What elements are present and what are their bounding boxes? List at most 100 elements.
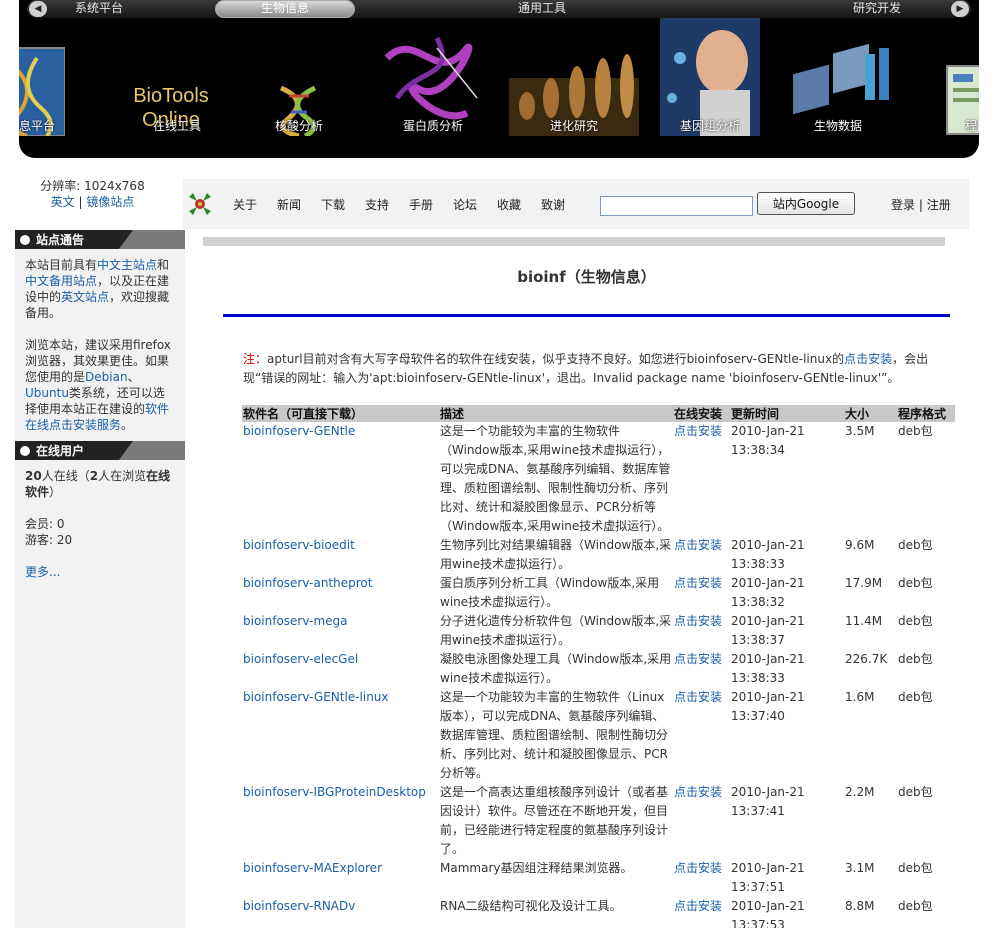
nav-manual-link[interactable]: 手册 <box>409 196 433 213</box>
col-header-size[interactable]: 大小 <box>844 405 897 422</box>
col-header-name[interactable]: 软件名（可直接下载） <box>242 405 439 422</box>
software-name-link[interactable]: bioinfoserv-IBGProteinDesktop <box>242 783 439 859</box>
software-description: 这是一个功能较为丰富的生物软件（Linux版本），可以完成DNA、氨基酸序列编辑… <box>440 690 669 780</box>
thumb-nucleic-acid[interactable]: 核酸分析 <box>259 18 339 136</box>
update-clock: 13:38:33 <box>731 671 785 685</box>
software-name-link[interactable]: bioinfoserv-mega <box>242 612 439 650</box>
site-logo-icon[interactable] <box>185 189 215 219</box>
click-install-link[interactable]: 点击安装 <box>673 783 730 859</box>
package-size: 226.7K <box>845 652 888 666</box>
col-header-install[interactable]: 在线安装 <box>673 405 730 422</box>
update-time: 2010-Jan-21 13:37:51 <box>730 859 844 897</box>
nav-tab-system[interactable]: 系统平台 <box>49 0 149 18</box>
site-google-search-button[interactable]: 站内Google <box>757 192 855 215</box>
mirror-site-link[interactable]: 镜像站点 <box>86 195 134 209</box>
software-name-link[interactable]: bioinfoserv-GENtle <box>242 422 439 536</box>
site-notice-title: 站点通告 <box>36 233 85 247</box>
software-description: 蛋白质序列分析工具（Window版本,采用wine技术虚拟运行）。 <box>440 576 660 609</box>
nav-favorites-link[interactable]: 收藏 <box>497 196 521 213</box>
cn-main-site-link[interactable]: 中文主站点 <box>97 258 157 272</box>
col-header-format[interactable]: 程序格式 <box>897 405 955 422</box>
page-title: bioinf（生物信息） <box>517 268 656 286</box>
click-install-link[interactable]: 点击安装 <box>673 422 730 536</box>
table-row: bioinfoserv-MAExplorer Mammary基因组注释结果浏览器。… <box>242 859 955 897</box>
nav-next-arrow-icon[interactable]: ▶ <box>951 1 969 17</box>
thumb-protein[interactable]: 蛋白质分析 <box>377 18 489 136</box>
content-top-bar <box>203 237 945 246</box>
software-name-link[interactable]: bioinfoserv-elecGel <box>242 650 439 688</box>
thumb-genome[interactable]: 基因组分析 <box>660 18 760 136</box>
browsing-text: 人在浏览 <box>98 469 147 483</box>
update-clock: 13:38:33 <box>731 557 785 571</box>
separator: | <box>918 198 923 212</box>
software-name-link[interactable]: bioinfoserv-antheprot <box>242 574 439 612</box>
cn-backup-site-link[interactable]: 中文备用站点 <box>25 274 97 288</box>
click-install-link[interactable]: 点击安装 <box>673 859 730 897</box>
click-install-link[interactable]: 点击安装 <box>673 688 730 783</box>
table-header-row: 软件名（可直接下载） 描述 在线安装 更新时间 大小 程序格式 <box>242 405 955 422</box>
package-format: deb包 <box>898 614 933 628</box>
update-time: 2010-Jan-21 13:37:40 <box>730 688 844 783</box>
login-link[interactable]: 登录 <box>891 198 915 212</box>
click-install-link[interactable]: 点击安装 <box>673 574 730 612</box>
nav-thanks-link[interactable]: 致谢 <box>541 196 565 213</box>
update-clock: 13:38:37 <box>731 633 785 647</box>
table-row: bioinfoserv-mega 分子进化遗传分析软件包（Window版本,采用w… <box>242 612 955 650</box>
software-name-link[interactable]: bioinfoserv-MAExplorer <box>242 859 439 897</box>
update-date: 2010-Jan-21 <box>731 861 805 875</box>
thumb-online-tools[interactable]: 在线工具 <box>127 18 227 136</box>
notice-label: 注： <box>243 352 268 366</box>
update-date: 2010-Jan-21 <box>731 785 805 799</box>
software-description: 生物序列比对结果编辑器（Window版本,采用wine技术虚拟运行）。 <box>440 538 672 571</box>
click-install-link[interactable]: 点击安装 <box>673 536 730 574</box>
nav-download-link[interactable]: 下载 <box>321 196 345 213</box>
package-format: deb包 <box>898 576 933 590</box>
software-name-link[interactable]: bioinfoserv-RNADv <box>242 897 439 928</box>
update-date: 2010-Jan-21 <box>731 614 805 628</box>
software-name-link[interactable]: bioinfoserv-bioedit <box>242 536 439 574</box>
nav-news-link[interactable]: 新闻 <box>277 196 301 213</box>
english-site-link[interactable]: 英文 <box>51 195 75 209</box>
search-input[interactable] <box>600 196 753 216</box>
online-users-body: 20人在线（2人在浏览在线软件） 会员: 0 游客: 20 更多... <box>15 460 185 588</box>
click-install-link[interactable]: 点击安装 <box>673 897 730 928</box>
bullet-icon <box>20 235 30 245</box>
separator: | <box>78 195 83 209</box>
auth-links: 登录 | 注册 <box>891 196 951 213</box>
update-clock: 13:37:53 <box>731 918 785 928</box>
debian-link[interactable]: Debian <box>85 370 128 384</box>
update-date: 2010-Jan-21 <box>731 899 805 913</box>
nav-forum-link[interactable]: 论坛 <box>453 196 477 213</box>
update-date: 2010-Jan-21 <box>731 424 805 438</box>
nav-tab-research[interactable]: 研究开发 <box>817 0 937 18</box>
package-size: 2.2M <box>845 785 875 799</box>
site-notice-header: 站点通告 <box>15 230 185 249</box>
click-install-link[interactable]: 点击安装 <box>673 650 730 688</box>
ubuntu-link[interactable]: Ubuntu <box>25 386 69 400</box>
thumb-caption: 蛋白质分析 <box>402 119 463 133</box>
nav-tab-bioinfo[interactable]: 生物信息 <box>215 0 355 18</box>
nav-support-link[interactable]: 支持 <box>365 196 389 213</box>
nav-tab-tools[interactable]: 通用工具 <box>477 0 607 18</box>
resolution-info: 分辨率: 1024x768 英文 | 镜像站点 <box>15 178 170 210</box>
thumb-bio-data[interactable]: 生物数据 <box>779 18 897 136</box>
thumb-program[interactable]: 程序 <box>945 18 979 136</box>
software-description: 这是一个高表达重组核酸序列设计（或者基因设计）软件。尽管还在不断地开发，但目前，… <box>440 785 669 856</box>
online-users-header: 在线用户 <box>15 441 185 460</box>
en-site-link[interactable]: 英文站点 <box>61 290 109 304</box>
thumb-evolution[interactable]: 进化研究 <box>509 18 639 136</box>
register-link[interactable]: 注册 <box>927 198 951 212</box>
thumb-info-platform[interactable]: 信息平台 <box>19 18 65 136</box>
more-users-link[interactable]: 更多... <box>25 564 175 580</box>
nav-about-link[interactable]: 关于 <box>233 196 257 213</box>
top-nav-bar: ◀ 系统平台 生物信息 通用工具 研究开发 ▶ <box>27 0 971 18</box>
click-install-link[interactable]: 点击安装 <box>673 612 730 650</box>
update-clock: 13:37:40 <box>731 709 785 723</box>
col-header-updated[interactable]: 更新时间 <box>730 405 844 422</box>
nav-prev-arrow-icon[interactable]: ◀ <box>29 1 47 17</box>
software-name-link[interactable]: bioinfoserv-GENtle-linux <box>242 688 439 783</box>
main-toolbar: 关于 新闻 下载 支持 手册 论坛 收藏 致谢 站内Google 登录 | 注册 <box>183 179 969 229</box>
update-clock: 13:38:32 <box>731 595 785 609</box>
col-header-desc[interactable]: 描述 <box>439 405 673 422</box>
notice-install-link[interactable]: 点击安装 <box>844 352 892 366</box>
